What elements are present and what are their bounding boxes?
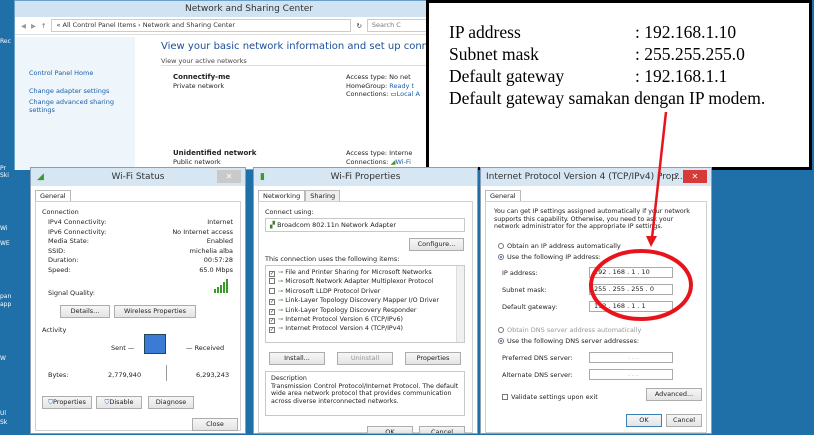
- annotation-arrow-line: [650, 111, 668, 239]
- annotation-circle: [589, 249, 693, 321]
- annotation-overlay: [589, 111, 693, 321]
- annotation-arrowhead: [646, 236, 657, 247]
